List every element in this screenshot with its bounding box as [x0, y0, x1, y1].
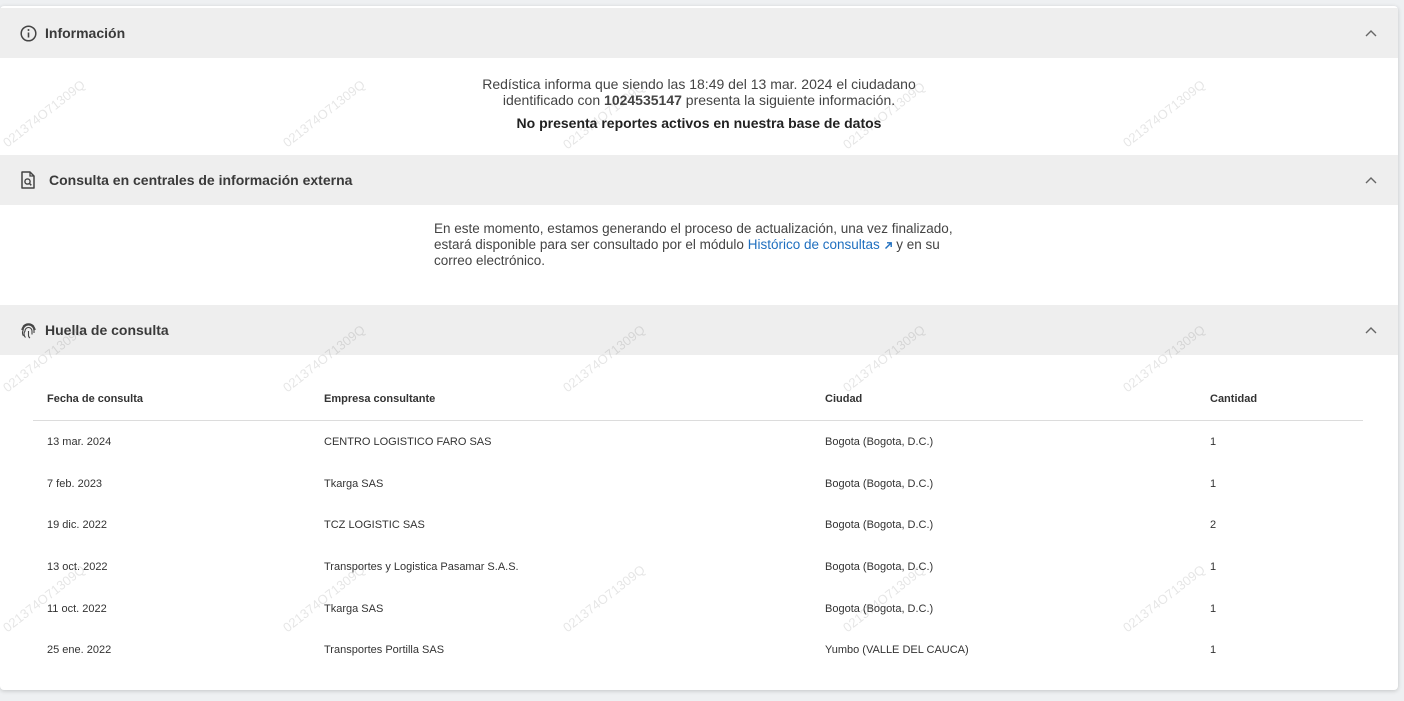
historico-consultas-link[interactable]: Histórico de consultas — [748, 237, 893, 252]
table-row: 7 feb. 2023 Tkarga SAS Bogota (Bogota, D… — [33, 463, 1363, 505]
cell-fecha: 13 mar. 2024 — [47, 435, 112, 448]
fingerprint-icon — [19, 321, 37, 339]
cell-fecha: 25 ene. 2022 — [47, 644, 112, 657]
table-header-row: Fecha de consulta Empresa consultante Ci… — [33, 378, 1363, 421]
huella-header[interactable]: Huella de consulta — [0, 305, 1398, 355]
info-line-1: Redística informa que siendo las 18:49 d… — [482, 76, 916, 92]
table-row: 11 oct. 2022 Tkarga SAS Bogota (Bogota, … — [33, 588, 1363, 630]
informacion-body: Redística informa que siendo las 18:49 d… — [0, 58, 1398, 156]
cell-cantidad: 1 — [1210, 560, 1217, 573]
info-line-2-prefix: identificado con — [502, 92, 605, 108]
column-header-ciudad: Ciudad — [811, 378, 1196, 421]
cell-cantidad: 1 — [1210, 435, 1217, 448]
report-card: Información Redística informa que siendo… — [0, 6, 1398, 690]
table-row: 13 oct. 2022 Transportes y Logistica Pas… — [33, 546, 1363, 588]
cell-ciudad: Yumbo (VALLE DEL CAUCA) — [825, 644, 969, 657]
info-line-2-suffix: presenta la siguiente información. — [681, 92, 896, 108]
cell-empresa: Transportes Portilla SAS — [324, 644, 445, 657]
document-id: 1024535147 — [604, 92, 682, 108]
cell-empresa: TCZ LOGISTIC SAS — [324, 519, 425, 532]
cell-fecha: 19 dic. 2022 — [47, 519, 107, 532]
cell-cantidad: 2 — [1210, 519, 1217, 532]
cell-fecha: 7 feb. 2023 — [47, 477, 103, 490]
cell-cantidad: 1 — [1210, 644, 1217, 657]
info-circle-icon — [19, 24, 37, 42]
cell-ciudad: Bogota (Bogota, D.C.) — [825, 602, 934, 615]
document-search-icon — [19, 171, 37, 189]
cell-empresa: Tkarga SAS — [324, 477, 384, 490]
cell-cantidad: 1 — [1210, 602, 1217, 615]
informacion-header[interactable]: Información — [0, 8, 1398, 58]
table-row: 19 dic. 2022 TCZ LOGISTIC SAS Bogota (Bo… — [33, 504, 1363, 546]
historico-link-label: Histórico de consultas — [747, 237, 880, 252]
info-status: No presenta reportes activos en nuestra … — [516, 115, 882, 131]
cell-empresa: CENTRO LOGISTICO FARO SAS — [324, 435, 492, 448]
cell-empresa: Transportes y Logistica Pasamar S.A.S. — [324, 560, 519, 573]
consulta-externa-body: En este momento, estamos generando el pr… — [434, 221, 974, 269]
informacion-title: Información — [45, 25, 126, 41]
column-header-cantidad: Cantidad — [1196, 378, 1363, 421]
info-line-2: identificado con 1024535147 presenta la … — [0, 92, 1398, 108]
chevron-up-icon[interactable] — [1364, 323, 1378, 337]
table-row: 13 mar. 2024 CENTRO LOGISTICO FARO SAS B… — [33, 421, 1363, 463]
cell-empresa: Tkarga SAS — [324, 602, 384, 615]
cell-ciudad: Bogota (Bogota, D.C.) — [825, 519, 934, 532]
table-row: 25 ene. 2022 Transportes Portilla SAS Yu… — [33, 629, 1363, 671]
external-link-arrow-icon — [884, 242, 892, 249]
cell-ciudad: Bogota (Bogota, D.C.) — [825, 435, 934, 448]
consulta-externa-title: Consulta en centrales de información ext… — [49, 172, 353, 188]
chevron-up-icon[interactable] — [1364, 173, 1378, 187]
huella-title: Huella de consulta — [45, 322, 169, 338]
chevron-up-icon[interactable] — [1364, 26, 1378, 40]
cell-ciudad: Bogota (Bogota, D.C.) — [825, 477, 934, 490]
huella-table: Fecha de consulta Empresa consultante Ci… — [33, 378, 1363, 671]
consulta-externa-header[interactable]: Consulta en centrales de información ext… — [0, 155, 1398, 205]
cell-fecha: 11 oct. 2022 — [47, 602, 107, 615]
cell-cantidad: 1 — [1210, 477, 1217, 490]
cell-fecha: 13 oct. 2022 — [47, 560, 108, 573]
column-header-empresa: Empresa consultante — [310, 378, 811, 421]
cell-ciudad: Bogota (Bogota, D.C.) — [825, 560, 934, 573]
column-header-fecha: Fecha de consulta — [33, 378, 310, 421]
